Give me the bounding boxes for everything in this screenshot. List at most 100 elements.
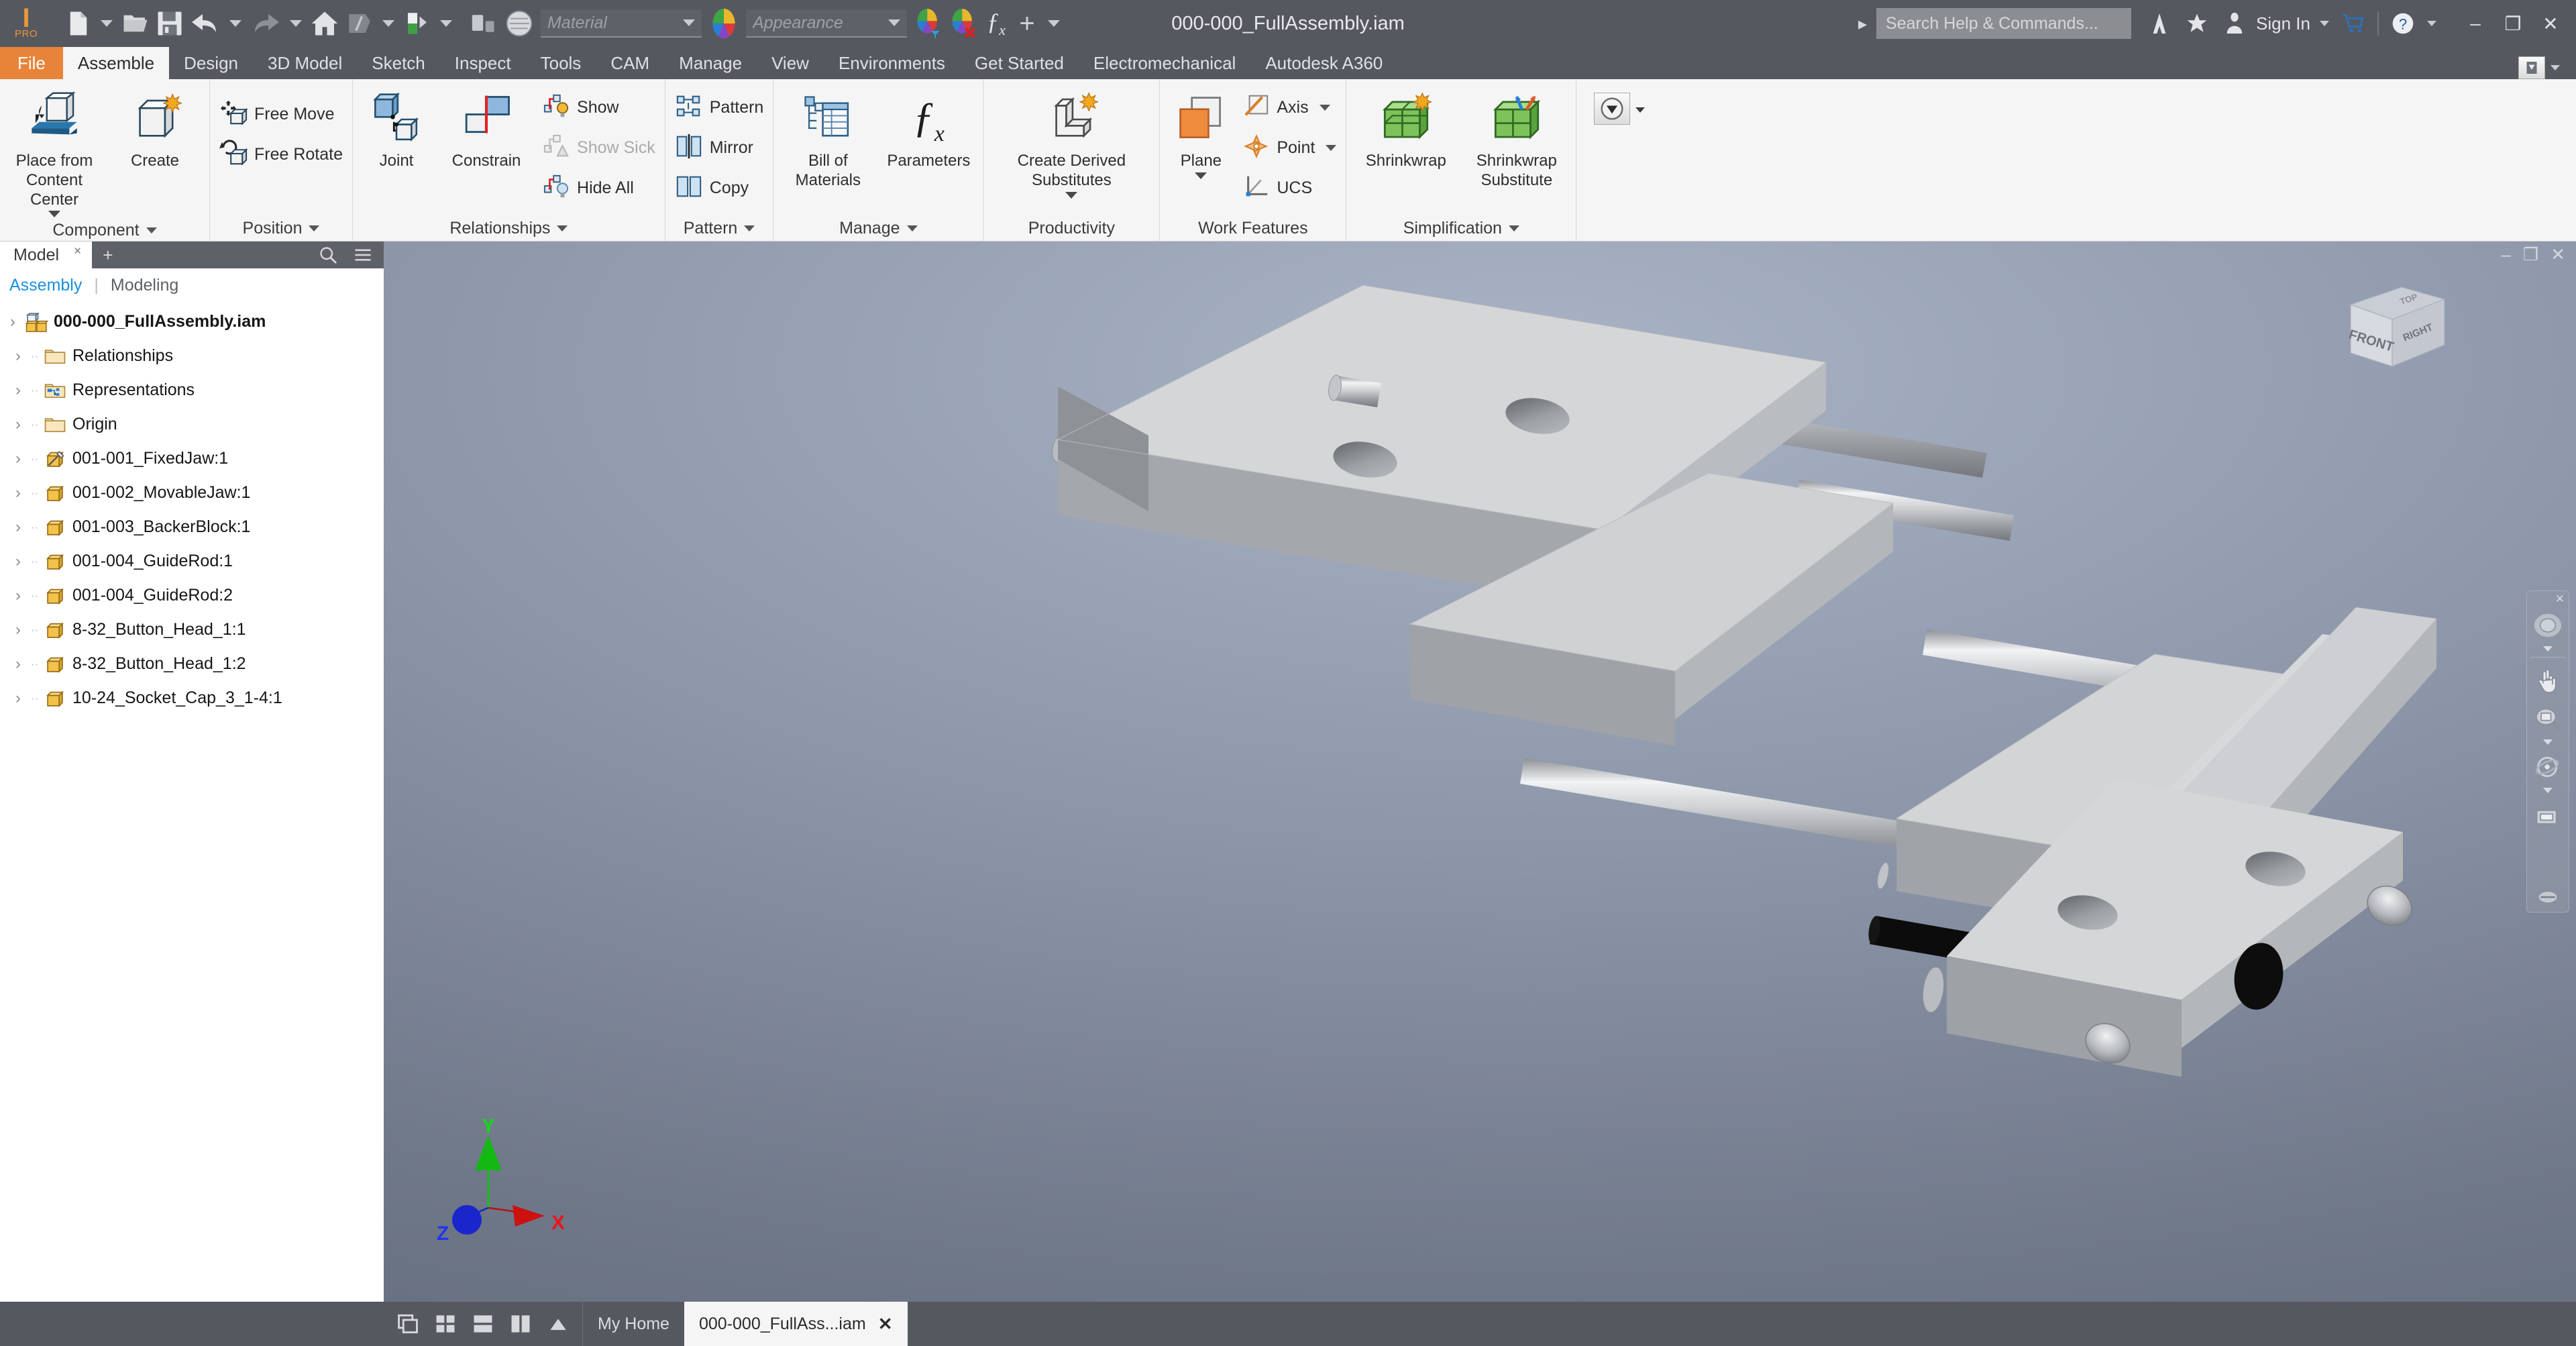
view-cube[interactable]: FRONT RIGHT TOP: [2322, 275, 2457, 382]
create-component-button[interactable]: Create: [105, 85, 205, 174]
material-dropdown-icon[interactable]: [683, 19, 695, 26]
qat-overflow-icon[interactable]: [1048, 20, 1060, 27]
appearance-combo[interactable]: Appearance: [746, 9, 907, 38]
undo-icon[interactable]: [186, 5, 224, 42]
work-point-button[interactable]: Point: [1238, 127, 1342, 168]
ribbon-tab-cam[interactable]: CAM: [596, 47, 664, 79]
create-derived-substitutes-button[interactable]: Create Derived Substitutes: [987, 85, 1155, 201]
ucs-button[interactable]: UCS: [1238, 168, 1342, 208]
material-combo[interactable]: Material: [541, 9, 702, 38]
ribbon-tab-view[interactable]: View: [757, 47, 824, 79]
account-person-icon[interactable]: [2216, 5, 2253, 42]
parameters-button[interactable]: ƒx Parameters: [878, 85, 979, 174]
expander-icon[interactable]: ›: [11, 552, 25, 571]
tree-node-button-head-1[interactable]: › ·· 8-32_Button_Head_1:1: [4, 613, 384, 647]
vise-assembly-model[interactable]: [384, 242, 2576, 1302]
expander-icon[interactable]: ›: [11, 655, 25, 674]
panel-pattern-expand-icon[interactable]: [744, 225, 755, 231]
ribbon-tab-get-started[interactable]: Get Started: [960, 47, 1079, 79]
document-tab-close-icon[interactable]: ✕: [878, 1314, 893, 1335]
panel-manage-expand-icon[interactable]: [907, 225, 918, 231]
tree-node-assembly-root[interactable]: › 000-000_FullAssembly.iam: [4, 305, 384, 339]
panel-title-pattern[interactable]: Pattern: [669, 215, 769, 241]
sign-in-dropdown-icon[interactable]: [2320, 21, 2329, 26]
steering-wheel-icon[interactable]: [2529, 606, 2567, 645]
ribbon-tab-manage[interactable]: Manage: [664, 47, 757, 79]
copy-button[interactable]: Copy: [669, 168, 769, 208]
pan-hand-icon[interactable]: [2529, 660, 2567, 699]
ribbon-tab-sketch[interactable]: Sketch: [357, 47, 440, 79]
clear-appearance-icon[interactable]: [946, 5, 981, 42]
panel-simplification-expand-icon[interactable]: [1509, 225, 1519, 231]
help-icon[interactable]: ?: [2384, 5, 2422, 42]
panel-component-expand-icon[interactable]: [146, 227, 157, 234]
viewport-close-button[interactable]: ✕: [2551, 244, 2565, 265]
ribbon-tab-assemble[interactable]: Assemble: [63, 47, 169, 79]
zoom-dropdown-icon[interactable]: [2543, 739, 2553, 745]
appearance-wheel-icon[interactable]: [706, 5, 742, 42]
panel-position-expand-icon[interactable]: [309, 225, 319, 231]
redo-icon[interactable]: [247, 5, 284, 42]
shrinkwrap-substitute-button[interactable]: Shrinkwrap Substitute: [1461, 85, 1572, 193]
panel-title-simplification[interactable]: Simplification: [1350, 215, 1572, 241]
open-file-icon[interactable]: [118, 5, 153, 42]
ribbon-tab-electromechanical[interactable]: Electromechanical: [1079, 47, 1250, 79]
tree-node-backer-block[interactable]: › ·· 001-003_BackerBlock:1: [4, 510, 384, 544]
tree-node-movable-jaw[interactable]: › ·· 001-002_MovableJaw:1: [4, 476, 384, 510]
work-point-dropdown-icon[interactable]: [1326, 145, 1336, 151]
expander-icon[interactable]: ›: [11, 450, 25, 468]
autodesk-app-icon[interactable]: [2141, 5, 2178, 42]
appearance-dropdown-icon[interactable]: [888, 19, 900, 26]
customize-qat-add-icon[interactable]: +: [1012, 5, 1042, 42]
place-from-content-center-button[interactable]: Place from Content Center: [4, 85, 105, 220]
redo-dropdown-icon[interactable]: [290, 20, 302, 27]
ribbon-tab-tools[interactable]: Tools: [526, 47, 596, 79]
graphics-viewport[interactable]: – ❐ ✕: [384, 242, 2576, 1302]
document-tab-my-home[interactable]: My Home: [583, 1302, 684, 1346]
ribbon-display-dropdown-icon[interactable]: [2551, 65, 2560, 70]
create-derived-dropdown-icon[interactable]: [1065, 192, 1077, 199]
minimize-window-button[interactable]: –: [2457, 5, 2494, 42]
orbit-dropdown-icon[interactable]: [2543, 788, 2553, 793]
shrinkwrap-button[interactable]: Shrinkwrap: [1350, 85, 1461, 174]
ribbon-tab-design[interactable]: Design: [169, 47, 253, 79]
look-at-icon[interactable]: [2529, 796, 2567, 835]
search-icon[interactable]: [318, 245, 338, 265]
tile-vertical-icon[interactable]: [503, 1306, 538, 1341]
search-expand-icon[interactable]: ▸: [1858, 13, 1867, 34]
work-plane-dropdown-icon[interactable]: [1195, 172, 1207, 179]
panel-title-relationships[interactable]: Relationships: [357, 215, 661, 241]
free-rotate-button[interactable]: Free Rotate: [214, 134, 348, 174]
expander-icon[interactable]: ›: [11, 381, 25, 400]
place-dropdown-icon[interactable]: [48, 211, 60, 217]
tile-horizontal-icon[interactable]: [466, 1306, 500, 1341]
ribbon-tab-file[interactable]: File: [0, 47, 63, 79]
expander-icon[interactable]: ›: [11, 415, 25, 434]
expander-icon[interactable]: ›: [11, 621, 25, 639]
show-sick-button[interactable]: Show Sick: [537, 127, 661, 168]
panel-relationships-expand-icon[interactable]: [557, 225, 568, 231]
work-plane-button[interactable]: Plane: [1164, 85, 1238, 182]
expander-icon[interactable]: ›: [11, 518, 25, 537]
update-dropdown-icon[interactable]: [440, 20, 452, 27]
browser-filter-modeling[interactable]: Modeling: [111, 276, 178, 295]
ribbon-display-icon[interactable]: [2518, 56, 2545, 79]
work-axis-dropdown-icon[interactable]: [1320, 105, 1330, 111]
convert-dropdown-caret-icon[interactable]: [1635, 107, 1645, 113]
pattern-button[interactable]: Pattern: [669, 87, 769, 127]
tree-node-guide-rod-1[interactable]: › ·· 001-004_GuideRod:1: [4, 544, 384, 578]
steering-wheel-dropdown-icon[interactable]: [2543, 646, 2553, 652]
hide-all-button[interactable]: Hide All: [537, 168, 661, 208]
tree-node-representations[interactable]: › ·· Representations: [4, 373, 384, 407]
select-icon[interactable]: [467, 5, 502, 42]
adjust-appearance-icon[interactable]: [911, 5, 946, 42]
expander-icon[interactable]: ›: [11, 586, 25, 605]
browser-tab-model[interactable]: Model ×: [0, 242, 92, 268]
new-file-icon[interactable]: [62, 5, 95, 42]
orbit-icon[interactable]: [2529, 747, 2567, 786]
viewport-restore-button[interactable]: ❐: [2523, 244, 2538, 265]
panel-title-manage[interactable]: Manage: [777, 215, 979, 241]
tree-node-fixed-jaw[interactable]: › ·· 001-001_FixedJaw:1: [4, 442, 384, 476]
tree-node-guide-rod-2[interactable]: › ·· 001-004_GuideRod:2: [4, 578, 384, 613]
ribbon-tab-autodesk-a360[interactable]: Autodesk A360: [1250, 47, 1397, 79]
